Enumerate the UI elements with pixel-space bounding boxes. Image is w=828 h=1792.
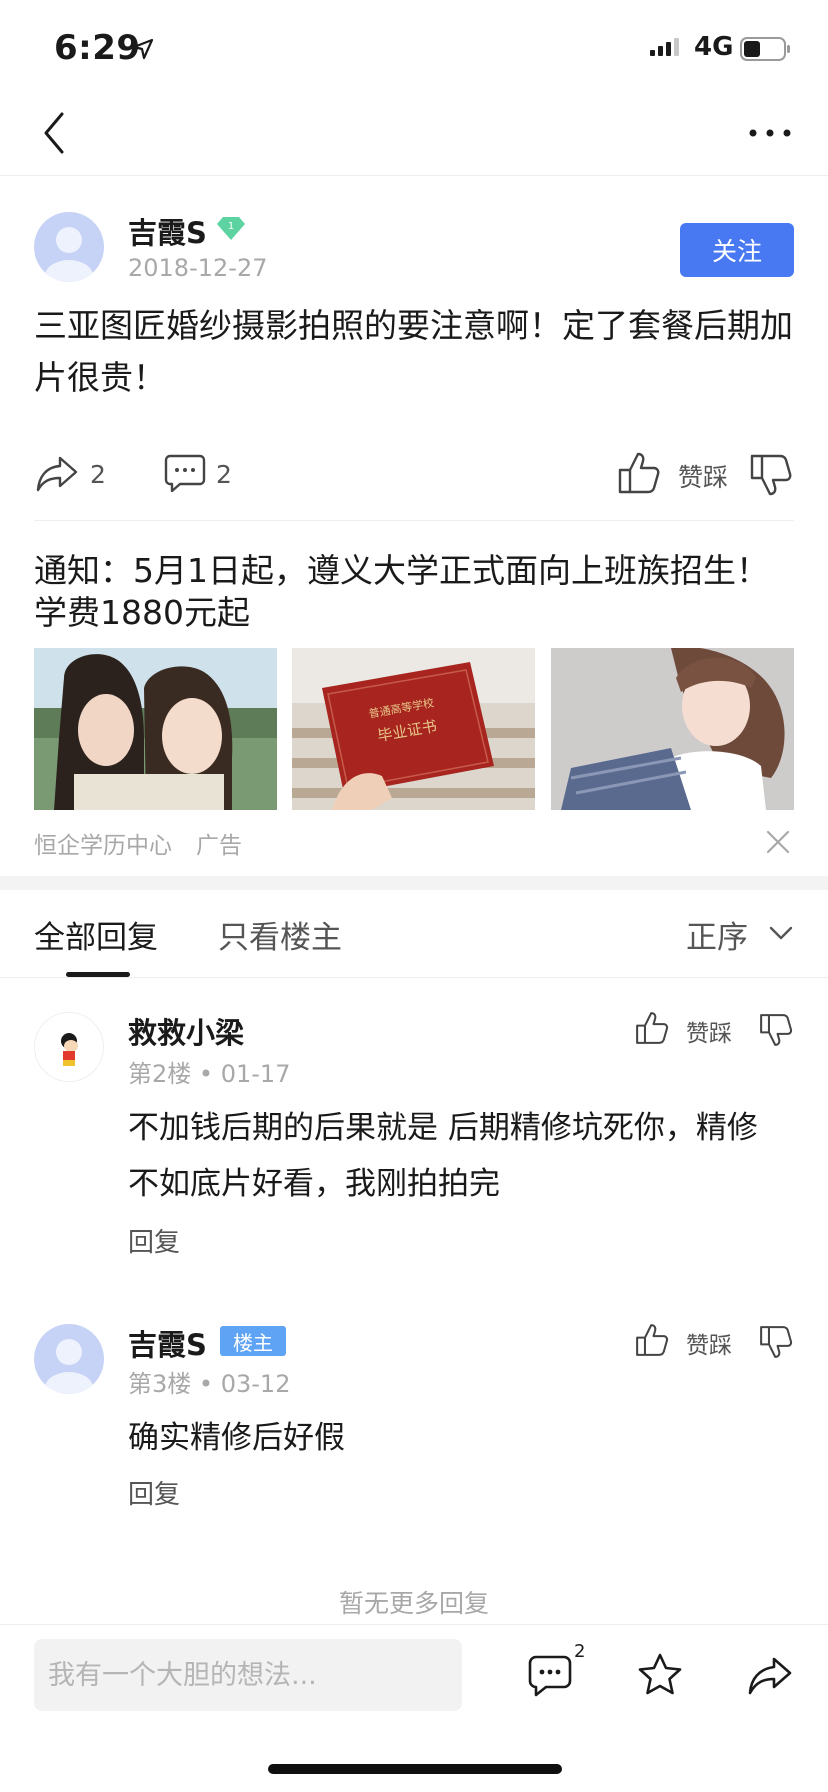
share-icon[interactable] bbox=[34, 450, 80, 496]
signal-icon bbox=[650, 38, 679, 56]
thumbs-up-icon[interactable] bbox=[634, 1010, 670, 1046]
star-icon[interactable] bbox=[636, 1651, 684, 1699]
tab-op-only[interactable]: 只看楼主 bbox=[218, 912, 342, 957]
home-indicator bbox=[268, 1764, 562, 1774]
reply-date: 03-12 bbox=[220, 1370, 291, 1398]
reply-button[interactable]: 回复 bbox=[128, 1474, 180, 1511]
vip-level: 1 bbox=[228, 221, 234, 232]
reply-tabs: 全部回复 只看楼主 正序 bbox=[0, 890, 828, 978]
ad-title[interactable]: 通知：5月1日起，遵义大学正式面向上班族招生！学费1880元起 bbox=[34, 550, 794, 634]
no-more-replies: 暂无更多回复 bbox=[338, 1589, 489, 1618]
reply-button[interactable]: 回复 bbox=[128, 1222, 180, 1259]
section-separator bbox=[0, 876, 828, 890]
reply-vote-label: 赞踩 bbox=[686, 1021, 732, 1047]
meta-separator: • bbox=[198, 1370, 221, 1398]
default-avatar-icon bbox=[34, 1324, 104, 1394]
post-body: 三亚图匠婚纱摄影拍照的要注意啊！定了套餐后期加片很贵！ bbox=[34, 306, 793, 397]
battery-icon bbox=[740, 37, 790, 61]
back-icon[interactable] bbox=[36, 108, 76, 158]
thumbs-down-icon[interactable] bbox=[748, 452, 794, 498]
reply-avatar[interactable] bbox=[34, 1012, 104, 1082]
status-time: 6:29 bbox=[54, 28, 141, 68]
ad-source[interactable]: 恒企学历中心 bbox=[34, 826, 172, 860]
author-avatar[interactable] bbox=[34, 212, 104, 282]
reply-date: 01-17 bbox=[220, 1060, 291, 1088]
reply-meta: 第2楼 • 01-17 bbox=[128, 1054, 290, 1089]
thumbs-up-icon[interactable] bbox=[616, 450, 662, 496]
reply-author-name[interactable]: 吉霞S bbox=[128, 1322, 207, 1364]
reply-floor: 第2楼 bbox=[128, 1060, 192, 1088]
status-bar: 6:29 4G bbox=[0, 0, 828, 100]
reply-text: 不加钱后期的后果就是 后期精修坑死你，精修不如底片好看，我刚拍拍完 bbox=[128, 1110, 758, 1202]
ad-image-student[interactable] bbox=[551, 648, 794, 810]
divider bbox=[34, 520, 794, 521]
more-options-icon[interactable] bbox=[746, 118, 794, 148]
active-tab-indicator bbox=[66, 972, 130, 977]
post-date: 2018-12-27 bbox=[128, 254, 268, 282]
reply-author-name[interactable]: 救救小梁 bbox=[128, 1010, 244, 1052]
location-arrow-icon bbox=[132, 38, 154, 60]
comment-count: 2 bbox=[216, 460, 232, 489]
comment-count-badge: 2 bbox=[574, 1641, 586, 1662]
comment-icon[interactable] bbox=[162, 450, 208, 496]
vote-label: 赞踩 bbox=[678, 463, 729, 492]
sort-order-selector[interactable]: 正序 bbox=[686, 912, 748, 957]
meta-separator: • bbox=[198, 1060, 221, 1088]
comment-input[interactable] bbox=[34, 1639, 462, 1711]
vip-diamond-icon: 1 bbox=[217, 217, 245, 240]
thumbs-down-icon[interactable] bbox=[758, 1012, 794, 1048]
post-action-row: 2 2 赞踩 bbox=[0, 448, 828, 504]
chevron-down-icon[interactable] bbox=[768, 924, 794, 942]
share-count: 2 bbox=[90, 460, 106, 489]
reply-text: 确实精修后好假 bbox=[128, 1420, 345, 1456]
follow-button[interactable]: 关注 bbox=[680, 223, 794, 277]
reply-floor: 第3楼 bbox=[128, 1370, 192, 1398]
comment-icon[interactable] bbox=[526, 1651, 574, 1699]
network-label: 4G bbox=[694, 32, 734, 62]
ad-image-two-girls[interactable] bbox=[34, 648, 277, 810]
ad-image-diploma[interactable]: 普通高等学校 毕业证书 bbox=[292, 648, 535, 810]
reply-meta: 第3楼 • 03-12 bbox=[128, 1364, 290, 1399]
close-icon[interactable] bbox=[764, 828, 792, 856]
author-name[interactable]: 吉霞S bbox=[128, 210, 207, 252]
reply-vote-label: 赞踩 bbox=[686, 1333, 732, 1359]
bottom-bar: 2 bbox=[0, 1624, 828, 1724]
reply-avatar[interactable] bbox=[34, 1324, 104, 1394]
nav-bar bbox=[0, 100, 828, 176]
default-avatar-icon bbox=[34, 212, 104, 282]
thumbs-up-icon[interactable] bbox=[634, 1322, 670, 1358]
tab-all-replies[interactable]: 全部回复 bbox=[34, 912, 158, 957]
op-badge: 楼主 bbox=[220, 1326, 286, 1356]
thumbs-down-icon[interactable] bbox=[758, 1324, 794, 1360]
ad-label: 广告 bbox=[196, 833, 242, 859]
share-icon[interactable] bbox=[746, 1651, 794, 1699]
cartoon-avatar-icon bbox=[35, 1013, 103, 1081]
